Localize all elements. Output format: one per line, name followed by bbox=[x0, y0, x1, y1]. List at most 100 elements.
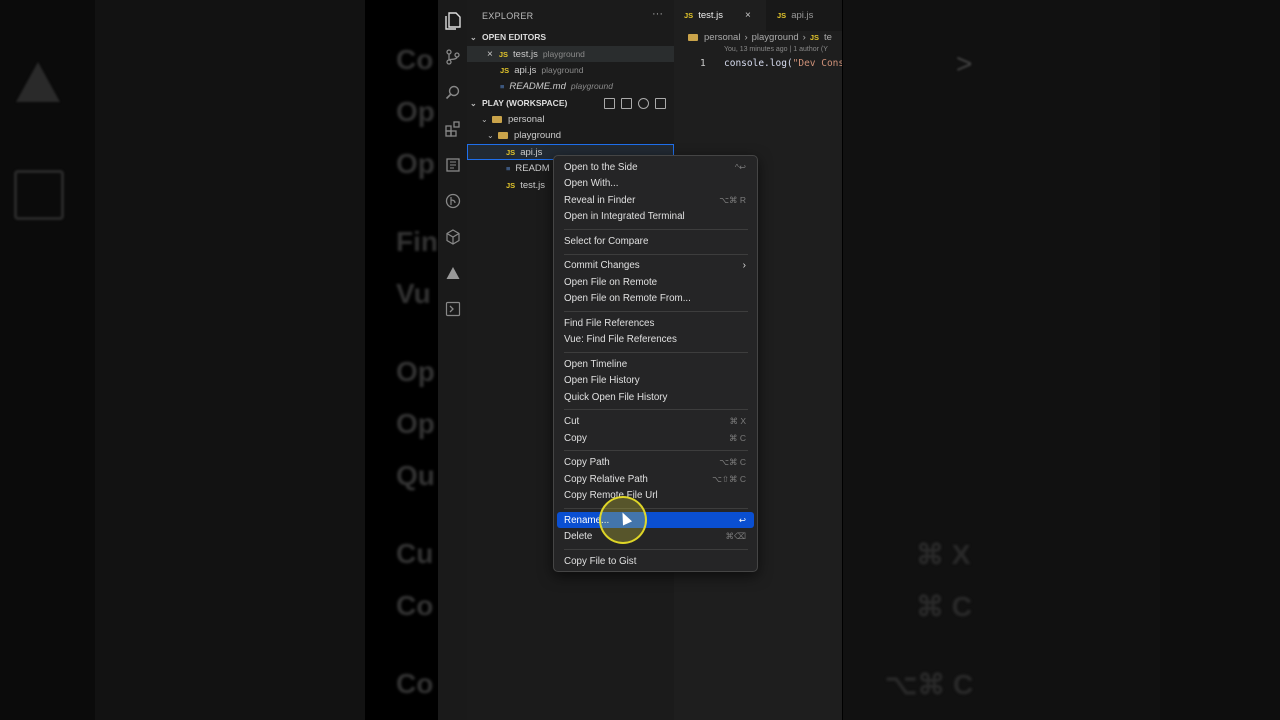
menu-item-cut[interactable]: Cut ⌘ X bbox=[557, 413, 754, 429]
menu-item-vue-find-references[interactable]: Vue: Find File References bbox=[557, 331, 754, 347]
menu-item-label: Cut bbox=[564, 415, 580, 427]
bg-left-panel-inner bbox=[95, 0, 365, 720]
open-editor-item[interactable]: JS api.js playground bbox=[467, 62, 674, 78]
menu-separator bbox=[564, 352, 748, 353]
deploy-triangle-icon[interactable] bbox=[442, 262, 464, 284]
menu-item-copy-to-gist[interactable]: Copy File to Gist bbox=[557, 553, 754, 569]
open-editor-filename: README.md bbox=[509, 80, 566, 92]
tree-folder-label: personal bbox=[508, 113, 545, 125]
js-file-icon: JS bbox=[809, 33, 819, 42]
git-blame-annotation: You, 13 minutes ago | 1 author (Y bbox=[724, 46, 828, 53]
breadcrumb-item[interactable]: personal bbox=[704, 32, 740, 43]
menu-item-quick-open-history[interactable]: Quick Open File History bbox=[557, 389, 754, 405]
tab-test-js[interactable]: JS test.js × bbox=[674, 0, 766, 31]
breadcrumb-item[interactable]: playground bbox=[752, 32, 799, 43]
js-file-icon: JS bbox=[777, 11, 787, 20]
menu-item-label: Vue: Find File References bbox=[564, 333, 677, 345]
menu-item-find-file-references[interactable]: Find File References bbox=[557, 315, 754, 331]
bg-word: Op bbox=[396, 356, 435, 387]
new-file-icon[interactable] bbox=[604, 98, 615, 109]
terminal-icon[interactable] bbox=[442, 298, 464, 320]
tree-file-label: test.js bbox=[520, 179, 545, 191]
tree-folder-personal[interactable]: ⌄ personal bbox=[467, 111, 674, 127]
markdown-file-icon: ≡ bbox=[506, 163, 511, 173]
menu-item-open-to-side[interactable]: Open to the Side ^↩ bbox=[557, 159, 754, 175]
close-icon[interactable]: × bbox=[487, 49, 493, 60]
open-editor-folder: playground bbox=[542, 49, 585, 59]
submenu-chevron-icon: › bbox=[742, 259, 746, 271]
open-editor-filename: api.js bbox=[514, 64, 537, 76]
menu-item-label: Open to the Side bbox=[564, 161, 638, 173]
menu-item-label: Quick Open File History bbox=[564, 391, 668, 403]
folder-open-icon bbox=[498, 131, 508, 139]
menu-item-label: Open File on Remote bbox=[564, 276, 658, 288]
breadcrumb-item[interactable]: te bbox=[824, 32, 832, 43]
js-file-icon: JS bbox=[500, 65, 510, 75]
code-line[interactable]: console.log("Dev Conso bbox=[724, 58, 842, 69]
chevron-down-icon: ⌄ bbox=[481, 114, 488, 124]
menu-item-label: Open With... bbox=[564, 177, 619, 189]
chevron-down-icon: ⌄ bbox=[470, 32, 477, 42]
bg-word: Co bbox=[396, 590, 434, 621]
menu-item-label: Copy Relative Path bbox=[564, 473, 648, 485]
git-graph-icon[interactable] bbox=[442, 190, 464, 212]
bg-right-panel-inner bbox=[843, 0, 1160, 720]
activity-bar bbox=[438, 0, 467, 720]
menu-item-copy[interactable]: Copy ⌘ C bbox=[557, 430, 754, 446]
bg-word: Fin bbox=[396, 226, 438, 257]
open-editor-item[interactable]: × JS test.js playground bbox=[467, 46, 674, 62]
markdown-file-icon: ≡ bbox=[500, 81, 505, 91]
chevron-right-icon: › bbox=[744, 32, 748, 43]
menu-item-delete[interactable]: Delete ⌘⌫ bbox=[557, 528, 754, 544]
tab-api-js[interactable]: JS api.js bbox=[767, 0, 842, 31]
menu-item-open-on-remote-from[interactable]: Open File on Remote From... bbox=[557, 290, 754, 306]
open-editor-item[interactable]: ≡ README.md playground bbox=[467, 78, 674, 94]
package-icon[interactable] bbox=[442, 226, 464, 248]
search-icon[interactable] bbox=[442, 82, 464, 104]
new-folder-icon[interactable] bbox=[621, 98, 632, 109]
source-control-icon[interactable] bbox=[442, 46, 464, 68]
menu-item-commit-changes[interactable]: Commit Changes › bbox=[557, 257, 754, 273]
js-file-icon: JS bbox=[506, 180, 516, 190]
open-editors-header[interactable]: ⌄ OPEN EDITORS bbox=[470, 32, 546, 42]
code-token-call: console.log( bbox=[724, 58, 793, 69]
menu-item-reveal-in-finder[interactable]: Reveal in Finder ⌥⌘ R bbox=[557, 192, 754, 208]
tab-label: test.js bbox=[698, 10, 723, 21]
book-icon[interactable] bbox=[442, 154, 464, 176]
explorer-icon[interactable] bbox=[442, 10, 464, 32]
bg-shortcut: ⌥⌘ C bbox=[885, 669, 974, 700]
menu-item-shortcut: ⌥⇧⌘ C bbox=[712, 473, 746, 484]
refresh-icon[interactable] bbox=[638, 98, 649, 109]
menu-item-select-for-compare[interactable]: Select for Compare bbox=[557, 233, 754, 249]
menu-item-label: Copy Path bbox=[564, 456, 610, 468]
bg-terminal-icon bbox=[14, 170, 64, 220]
menu-item-copy-remote-url[interactable]: Copy Remote File Url bbox=[557, 487, 754, 503]
close-icon[interactable]: × bbox=[745, 10, 751, 21]
breadcrumb: personal › playground › JS te bbox=[688, 32, 832, 43]
more-actions-icon[interactable]: ··· bbox=[652, 8, 663, 20]
collapse-all-icon[interactable] bbox=[655, 98, 666, 109]
bg-logo-icon bbox=[16, 62, 60, 102]
open-editor-folder: playground bbox=[570, 81, 613, 91]
open-editor-filename: test.js bbox=[513, 48, 538, 60]
menu-item-open-terminal[interactable]: Open in Integrated Terminal bbox=[557, 208, 754, 224]
extensions-icon[interactable] bbox=[442, 118, 464, 140]
folder-icon bbox=[492, 115, 502, 123]
menu-item-open-file-history[interactable]: Open File History bbox=[557, 372, 754, 388]
menu-item-label: Copy File to Gist bbox=[564, 555, 637, 567]
menu-item-shortcut: ⌘⌫ bbox=[725, 530, 746, 541]
context-menu: Open to the Side ^↩ Open With... Reveal i… bbox=[553, 155, 758, 572]
workspace-header[interactable]: ⌄ PLAY (WORKSPACE) bbox=[470, 98, 567, 108]
menu-item-open-timeline[interactable]: Open Timeline bbox=[557, 356, 754, 372]
workspace-actions bbox=[604, 98, 666, 109]
bg-word: Op bbox=[396, 408, 435, 439]
line-number: 1 bbox=[700, 58, 706, 69]
menu-item-open-with[interactable]: Open With... bbox=[557, 175, 754, 191]
tree-folder-playground[interactable]: ⌄ playground bbox=[467, 127, 674, 143]
menu-item-rename[interactable]: Rename... ↩ bbox=[557, 512, 754, 528]
bg-word: Co bbox=[396, 668, 434, 699]
menu-item-open-on-remote[interactable]: Open File on Remote bbox=[557, 274, 754, 290]
menu-item-copy-path[interactable]: Copy Path ⌥⌘ C bbox=[557, 454, 754, 470]
menu-item-shortcut: ^↩ bbox=[734, 161, 746, 172]
menu-item-copy-relative-path[interactable]: Copy Relative Path ⌥⇧⌘ C bbox=[557, 471, 754, 487]
